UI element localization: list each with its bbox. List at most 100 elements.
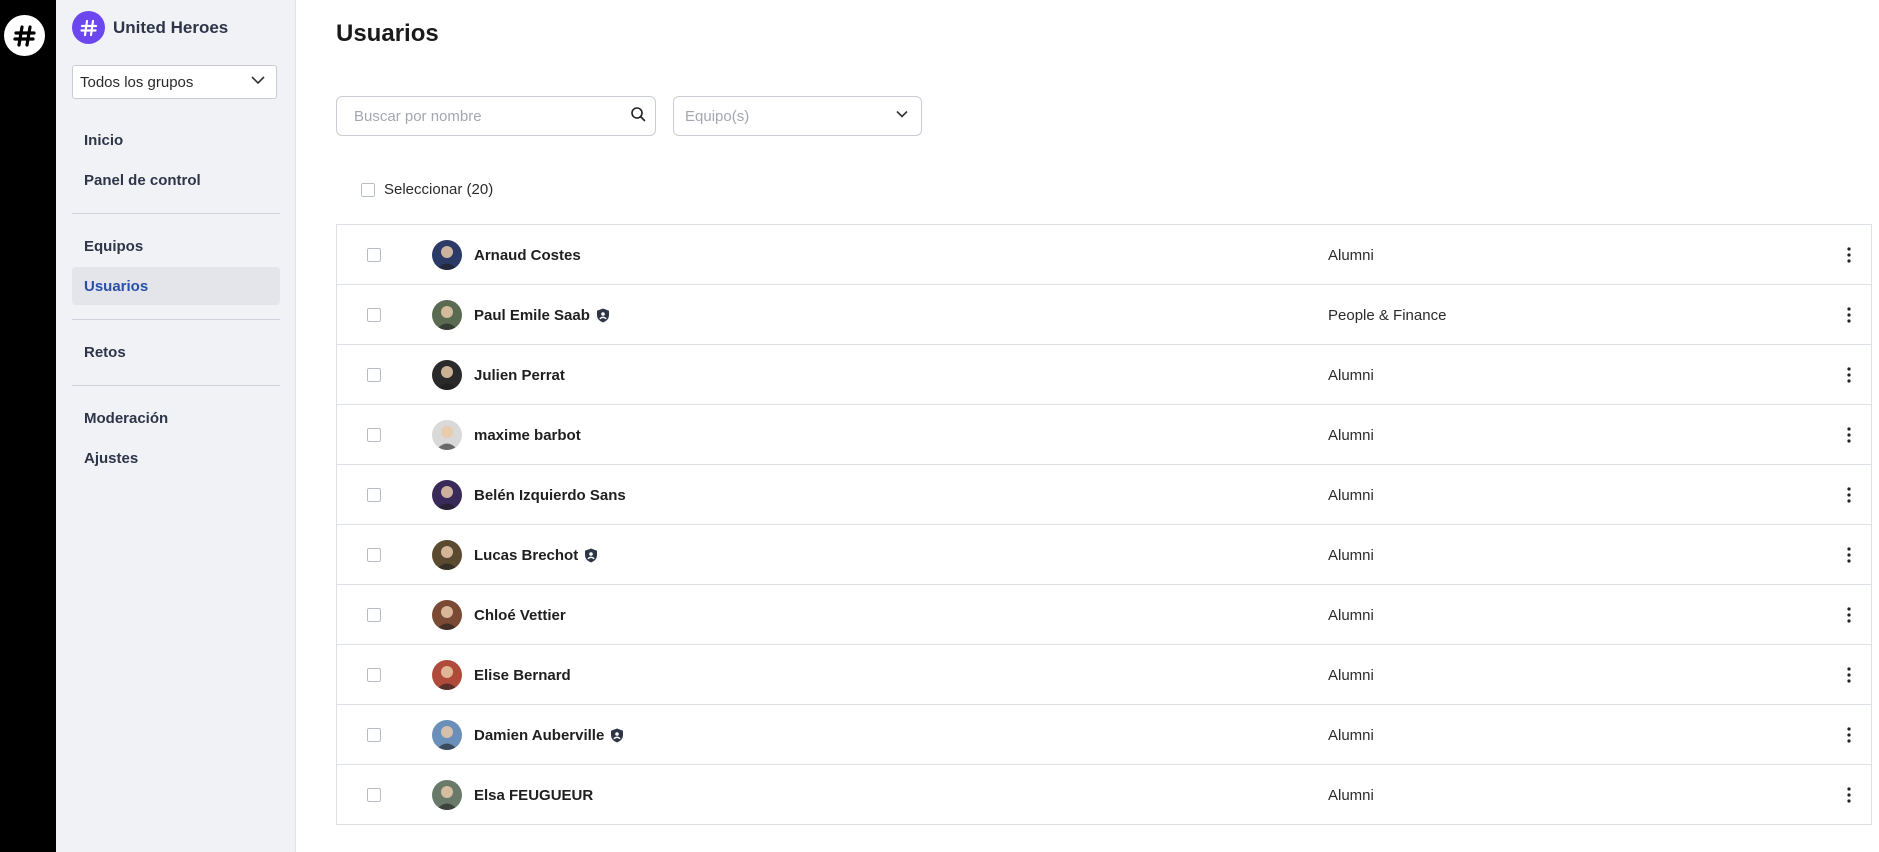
- select-all[interactable]: Seleccionar (20): [361, 181, 493, 198]
- more-options-icon[interactable]: [1837, 663, 1861, 687]
- chevron-down-icon: [895, 107, 909, 125]
- row-checkbox[interactable]: [367, 368, 381, 382]
- team-filter-placeholder: Equipo(s): [685, 107, 750, 125]
- page-title: Usuarios: [336, 20, 439, 47]
- more-options-icon[interactable]: [1837, 483, 1861, 507]
- sidebar-item-retos[interactable]: Retos: [72, 333, 280, 371]
- select-all-label: Seleccionar (20): [384, 181, 494, 198]
- user-name[interactable]: Belén Izquierdo Sans: [474, 487, 626, 504]
- avatar: [432, 480, 462, 510]
- team-filter-select[interactable]: Equipo(s): [673, 96, 922, 136]
- avatar: [432, 300, 462, 330]
- sidebar-item-label: Retos: [84, 343, 126, 361]
- user-name[interactable]: Damien Auberville: [474, 727, 604, 744]
- sidebar-item-label: Equipos: [84, 237, 144, 255]
- sidebar-item-label: Moderación: [84, 409, 169, 427]
- group-select-value: Todos los grupos: [80, 73, 194, 91]
- sidebar-item-ajustes[interactable]: Ajustes: [72, 439, 280, 477]
- more-options-icon[interactable]: [1837, 783, 1861, 807]
- more-options-icon[interactable]: [1837, 243, 1861, 267]
- divider: [72, 213, 280, 214]
- avatar: [432, 600, 462, 630]
- user-team: Alumni: [1328, 606, 1374, 624]
- user-name[interactable]: Elsa FEUGUEUR: [474, 787, 593, 804]
- group-select[interactable]: Todos los grupos: [72, 65, 277, 99]
- avatar: [432, 780, 462, 810]
- search-icon[interactable]: [630, 106, 646, 127]
- main-content: Usuarios Equipo(s) Seleccionar (20) Arna…: [297, 0, 1879, 852]
- table-row[interactable]: Belén Izquierdo Sans Alumni: [337, 465, 1871, 525]
- sidebar-item-label: Panel de control: [84, 171, 201, 189]
- row-checkbox[interactable]: [367, 608, 381, 622]
- table-row[interactable]: maxime barbot Alumni: [337, 405, 1871, 465]
- table-row[interactable]: Chloé Vettier Alumni: [337, 585, 1871, 645]
- more-options-icon[interactable]: [1837, 543, 1861, 567]
- user-name[interactable]: Elise Bernard: [474, 667, 571, 684]
- divider: [72, 385, 280, 386]
- user-team: Alumni: [1328, 786, 1374, 804]
- avatar: [432, 660, 462, 690]
- user-name[interactable]: Chloé Vettier: [474, 607, 566, 624]
- avatar: [432, 360, 462, 390]
- user-name[interactable]: Lucas Brechot: [474, 547, 578, 564]
- user-team: Alumni: [1328, 666, 1374, 684]
- sidebar-item-label: Usuarios: [84, 277, 149, 295]
- admin-shield-icon: [596, 308, 610, 323]
- hashtag-logo-icon[interactable]: [4, 15, 45, 56]
- sidebar-item-label: Inicio: [84, 131, 124, 149]
- user-team: Alumni: [1328, 246, 1374, 264]
- divider: [72, 319, 280, 320]
- table-row[interactable]: Julien Perrat Alumni: [337, 345, 1871, 405]
- row-checkbox[interactable]: [367, 248, 381, 262]
- table-row[interactable]: Elise Bernard Alumni: [337, 645, 1871, 705]
- row-checkbox[interactable]: [367, 728, 381, 742]
- avatar: [432, 540, 462, 570]
- brand-name: United Heroes: [113, 17, 229, 37]
- sidebar-item-label: Ajustes: [84, 449, 139, 467]
- table-row[interactable]: Paul Emile Saab People & Finance: [337, 285, 1871, 345]
- avatar: [432, 420, 462, 450]
- app-rail: [0, 0, 56, 852]
- search-box[interactable]: [336, 96, 656, 136]
- sidebar-item-panel-de-control[interactable]: Panel de control: [72, 161, 280, 199]
- sidebar-item-inicio[interactable]: Inicio: [72, 121, 280, 159]
- user-name[interactable]: maxime barbot: [474, 427, 581, 444]
- user-name[interactable]: Paul Emile Saab: [474, 307, 590, 324]
- user-team: Alumni: [1328, 486, 1374, 504]
- user-team: People & Finance: [1328, 306, 1447, 324]
- sidebar: United Heroes Todos los grupos Inicio Pa…: [56, 0, 296, 852]
- user-name[interactable]: Arnaud Costes: [474, 247, 581, 264]
- row-checkbox[interactable]: [367, 308, 381, 322]
- table-row[interactable]: Lucas Brechot Alumni: [337, 525, 1871, 585]
- sidebar-item-moderacion[interactable]: Moderación: [72, 399, 280, 437]
- chevron-down-icon: [250, 72, 266, 92]
- row-checkbox[interactable]: [367, 668, 381, 682]
- more-options-icon[interactable]: [1837, 603, 1861, 627]
- table-row[interactable]: Damien Auberville Alumni: [337, 705, 1871, 765]
- row-checkbox[interactable]: [367, 428, 381, 442]
- more-options-icon[interactable]: [1837, 723, 1861, 747]
- user-team: Alumni: [1328, 426, 1374, 444]
- row-checkbox[interactable]: [367, 548, 381, 562]
- user-team: Alumni: [1328, 726, 1374, 744]
- select-all-checkbox[interactable]: [361, 182, 375, 197]
- row-checkbox[interactable]: [367, 488, 381, 502]
- table-row[interactable]: Elsa FEUGUEUR Alumni: [337, 765, 1871, 825]
- admin-shield-icon: [610, 728, 624, 743]
- sidebar-item-equipos[interactable]: Equipos: [72, 227, 280, 265]
- table-row[interactable]: Arnaud Costes Alumni: [337, 225, 1871, 285]
- users-table: Arnaud Costes Alumni Paul Emile Saab Peo…: [336, 224, 1872, 825]
- row-checkbox[interactable]: [367, 788, 381, 802]
- brand[interactable]: United Heroes: [72, 11, 228, 44]
- sidebar-item-usuarios[interactable]: Usuarios: [72, 267, 280, 305]
- user-name[interactable]: Julien Perrat: [474, 367, 565, 384]
- more-options-icon[interactable]: [1837, 363, 1861, 387]
- more-options-icon[interactable]: [1837, 423, 1861, 447]
- user-team: Alumni: [1328, 546, 1374, 564]
- more-options-icon[interactable]: [1837, 303, 1861, 327]
- avatar: [432, 240, 462, 270]
- search-input[interactable]: [354, 107, 614, 125]
- user-team: Alumni: [1328, 366, 1374, 384]
- avatar: [432, 720, 462, 750]
- brand-logo-icon: [72, 11, 105, 44]
